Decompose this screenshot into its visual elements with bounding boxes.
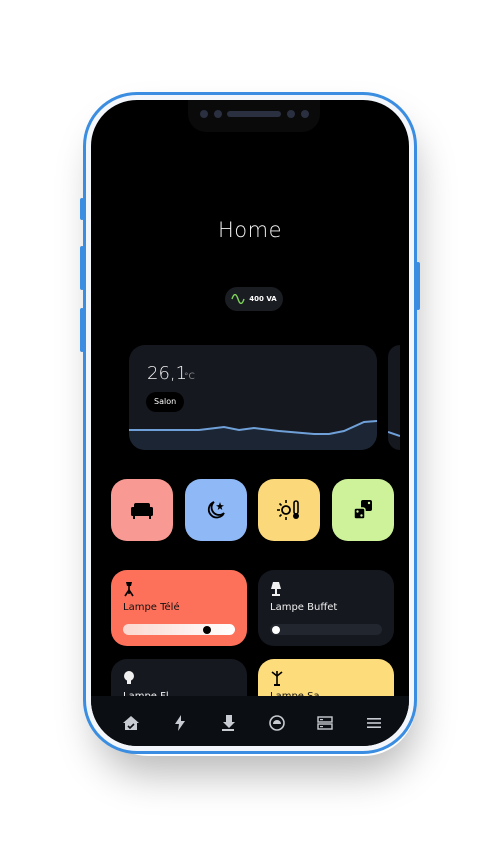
- mute-switch: [80, 198, 84, 220]
- power-badge[interactable]: 400 VA: [225, 287, 283, 311]
- camera-icon: [214, 110, 222, 118]
- bottom-tab-bar: [91, 696, 409, 746]
- tab-energy[interactable]: [169, 712, 191, 734]
- bulb-icon: [124, 671, 134, 684]
- temperature-sparkline: [129, 420, 377, 450]
- peek-sparkline: [388, 431, 400, 437]
- phone-screen: Home 400 VA 26,1 °C Salon Lampe Télé Lam…: [91, 100, 409, 746]
- scene-night-button[interactable]: [185, 479, 247, 541]
- light-card-lampe-buffet[interactable]: Lampe Buffet: [258, 570, 394, 646]
- sensor-icon: [287, 110, 295, 118]
- temperature-value: 26,1: [147, 363, 188, 384]
- temperature-card[interactable]: 26,1 °C Salon: [129, 345, 377, 450]
- server-icon: [317, 716, 333, 730]
- tab-server[interactable]: [314, 712, 336, 734]
- sun-thermometer-icon: [277, 500, 299, 520]
- power-button: [416, 262, 420, 310]
- brightness-slider[interactable]: [270, 624, 382, 635]
- home-icon: [123, 716, 139, 730]
- slider-knob[interactable]: [203, 626, 211, 634]
- volume-down-button: [80, 308, 84, 352]
- light-label: Lampe Télé: [123, 602, 180, 613]
- light-label: Lampe Buffet: [270, 602, 338, 613]
- lightning-icon: [175, 715, 185, 731]
- tab-home[interactable]: [120, 712, 142, 734]
- tab-menu[interactable]: [363, 712, 385, 734]
- table-lamp-icon: [271, 582, 281, 596]
- moon-star-icon: [207, 501, 225, 519]
- sofa-icon: [131, 503, 153, 519]
- pendant-lamp-icon: [271, 671, 283, 686]
- power-value: 400 VA: [249, 295, 277, 303]
- sine-wave-icon: [231, 294, 245, 304]
- tab-laundry[interactable]: [217, 712, 239, 734]
- phone-frame: Home 400 VA 26,1 °C Salon Lampe Télé Lam…: [80, 92, 420, 754]
- sensor-icon: [200, 110, 208, 118]
- volume-up-button: [80, 246, 84, 290]
- iron-icon: [222, 715, 235, 731]
- scene-sofa-button[interactable]: [111, 479, 173, 541]
- next-card-peek[interactable]: [388, 345, 400, 450]
- hamburger-menu-icon: [367, 718, 381, 728]
- scene-games-button[interactable]: [332, 479, 394, 541]
- page-title: Home: [217, 218, 282, 242]
- dice-icon: [353, 500, 372, 520]
- scene-climate-button[interactable]: [258, 479, 320, 541]
- notch: [188, 100, 320, 132]
- robot-vacuum-icon: [269, 715, 285, 731]
- floor-lamp-icon: [124, 582, 134, 597]
- temperature-unit: °C: [184, 372, 195, 382]
- speaker-grille: [227, 111, 281, 117]
- brightness-slider[interactable]: [123, 624, 235, 635]
- slider-knob[interactable]: [272, 626, 280, 634]
- phone-bezel: Home 400 VA 26,1 °C Salon Lampe Télé Lam…: [86, 95, 414, 751]
- camera-icon: [301, 110, 309, 118]
- light-card-lampe-tele[interactable]: Lampe Télé: [111, 570, 247, 646]
- tab-vacuum[interactable]: [266, 712, 288, 734]
